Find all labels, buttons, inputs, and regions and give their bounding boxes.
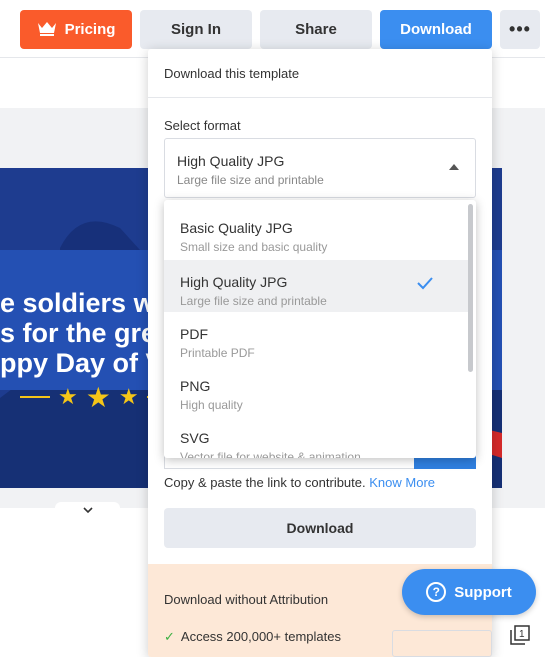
support-label: Support: [454, 583, 512, 601]
format-select[interactable]: High Quality JPG Large file size and pri…: [164, 138, 476, 198]
format-option-high-jpg[interactable]: High Quality JPG Large file size and pri…: [164, 260, 468, 312]
option-subtext: Printable PDF: [180, 346, 255, 360]
attribution-title: Download without Attribution: [164, 592, 329, 607]
star-icon: ★: [118, 384, 139, 409]
attribution-feature: ✓ Access 200,000+ templates: [164, 629, 341, 645]
format-select-value: High Quality JPG: [177, 153, 285, 169]
crown-icon: [37, 20, 57, 40]
chevron-down-icon: [82, 503, 93, 517]
format-option-svg[interactable]: SVG Vector file for website & animation: [164, 416, 468, 458]
popover-title: Download this template: [164, 66, 300, 81]
divider: [148, 97, 492, 98]
option-label: PDF: [180, 326, 208, 342]
option-label: PNG: [180, 378, 211, 394]
know-more-link[interactable]: Know More: [369, 475, 435, 490]
pricing-button[interactable]: Pricing: [20, 10, 132, 49]
check-icon: ✓: [164, 629, 175, 644]
format-select-subtext: Large file size and printable: [177, 173, 324, 187]
option-label: SVG: [180, 430, 210, 446]
option-subtext: Large file size and printable: [180, 294, 327, 308]
select-format-label: Select format: [164, 118, 241, 133]
option-subtext: Small size and basic quality: [180, 240, 328, 254]
format-option-pdf[interactable]: PDF Printable PDF: [164, 312, 468, 364]
more-options-button[interactable]: •••: [500, 10, 540, 49]
svg-text:1: 1: [519, 629, 525, 640]
divider: [20, 396, 50, 398]
download-button[interactable]: Download: [380, 10, 492, 49]
support-button[interactable]: ? Support: [402, 569, 536, 615]
option-subtext: High quality: [180, 398, 243, 412]
copy-link-hint: Copy & paste the link to contribute. Kno…: [164, 475, 435, 490]
copy-hint-text: Copy & paste the link to contribute.: [164, 475, 366, 490]
popover-download-button[interactable]: Download: [164, 508, 476, 548]
dropdown-scrollbar[interactable]: [468, 204, 473, 372]
collapse-chevron-tab[interactable]: [55, 502, 120, 518]
footer-control[interactable]: [392, 630, 492, 657]
star-icon: ★: [58, 384, 78, 409]
share-button[interactable]: Share: [260, 10, 372, 49]
sign-in-button[interactable]: Sign In: [140, 10, 252, 49]
format-dropdown-list: Basic Quality JPG Small size and basic q…: [164, 200, 476, 458]
caret-up-icon: [449, 164, 459, 170]
pricing-label: Pricing: [64, 21, 116, 38]
format-option-basic-jpg[interactable]: Basic Quality JPG Small size and basic q…: [164, 206, 468, 258]
star-icon: ★: [85, 381, 111, 413]
format-option-png[interactable]: PNG High quality: [164, 364, 468, 416]
pages-icon[interactable]: 1: [510, 625, 530, 645]
help-icon: ?: [426, 582, 447, 602]
option-subtext: Vector file for website & animation: [180, 450, 361, 458]
attribution-feature-text: Access 200,000+ templates: [180, 629, 341, 644]
checkmark-icon: [416, 274, 434, 292]
option-label: High Quality JPG: [180, 274, 288, 290]
option-label: Basic Quality JPG: [180, 220, 293, 236]
